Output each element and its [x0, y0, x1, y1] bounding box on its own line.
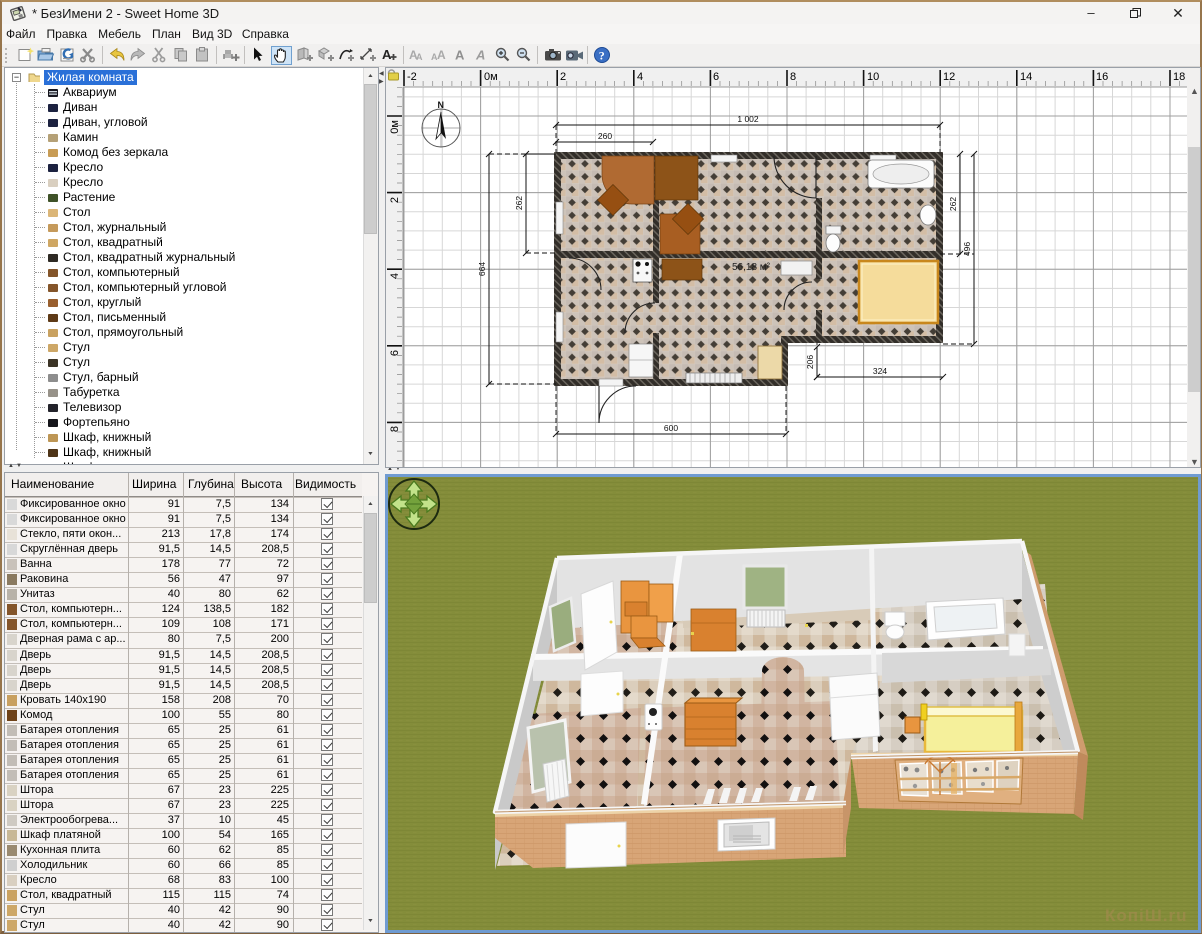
svg-text:18: 18: [1173, 71, 1185, 83]
svg-text:2: 2: [560, 71, 566, 83]
svg-text:?: ?: [598, 49, 604, 63]
svg-text:6: 6: [713, 71, 719, 83]
svg-text:▼: ▼: [1190, 457, 1199, 467]
svg-text:56,18 м²: 56,18 м²: [732, 262, 771, 273]
svg-text:0м: 0м: [484, 71, 498, 83]
svg-text:6: 6: [389, 350, 401, 356]
svg-text:A: A: [437, 48, 446, 62]
svg-text:324: 324: [873, 366, 887, 376]
svg-text:8: 8: [389, 426, 401, 432]
svg-text:8: 8: [790, 71, 796, 83]
svg-text:262: 262: [514, 196, 524, 210]
svg-text:260: 260: [598, 131, 612, 141]
svg-text:664: 664: [477, 262, 487, 276]
svg-text:A: A: [416, 52, 423, 62]
svg-text:КопіШ.ru: КопіШ.ru: [1105, 906, 1188, 925]
svg-text:0м: 0м: [389, 120, 401, 134]
svg-text:N: N: [438, 100, 445, 110]
svg-text:16: 16: [1096, 71, 1108, 83]
svg-text:14: 14: [1020, 71, 1032, 83]
svg-text:A: A: [382, 47, 392, 62]
svg-text:1 002: 1 002: [737, 114, 759, 124]
svg-text:4: 4: [637, 71, 643, 83]
svg-text:4: 4: [389, 273, 401, 279]
svg-text:A: A: [475, 48, 485, 63]
svg-text:▲: ▲: [1190, 86, 1199, 96]
svg-text:A: A: [455, 48, 465, 63]
svg-text:10: 10: [867, 71, 879, 83]
svg-text:2: 2: [389, 197, 401, 203]
svg-text:262: 262: [948, 197, 958, 211]
svg-text:600: 600: [664, 423, 678, 433]
svg-text:12: 12: [943, 71, 955, 83]
svg-text:206: 206: [805, 355, 815, 369]
svg-text:-2: -2: [407, 71, 417, 83]
